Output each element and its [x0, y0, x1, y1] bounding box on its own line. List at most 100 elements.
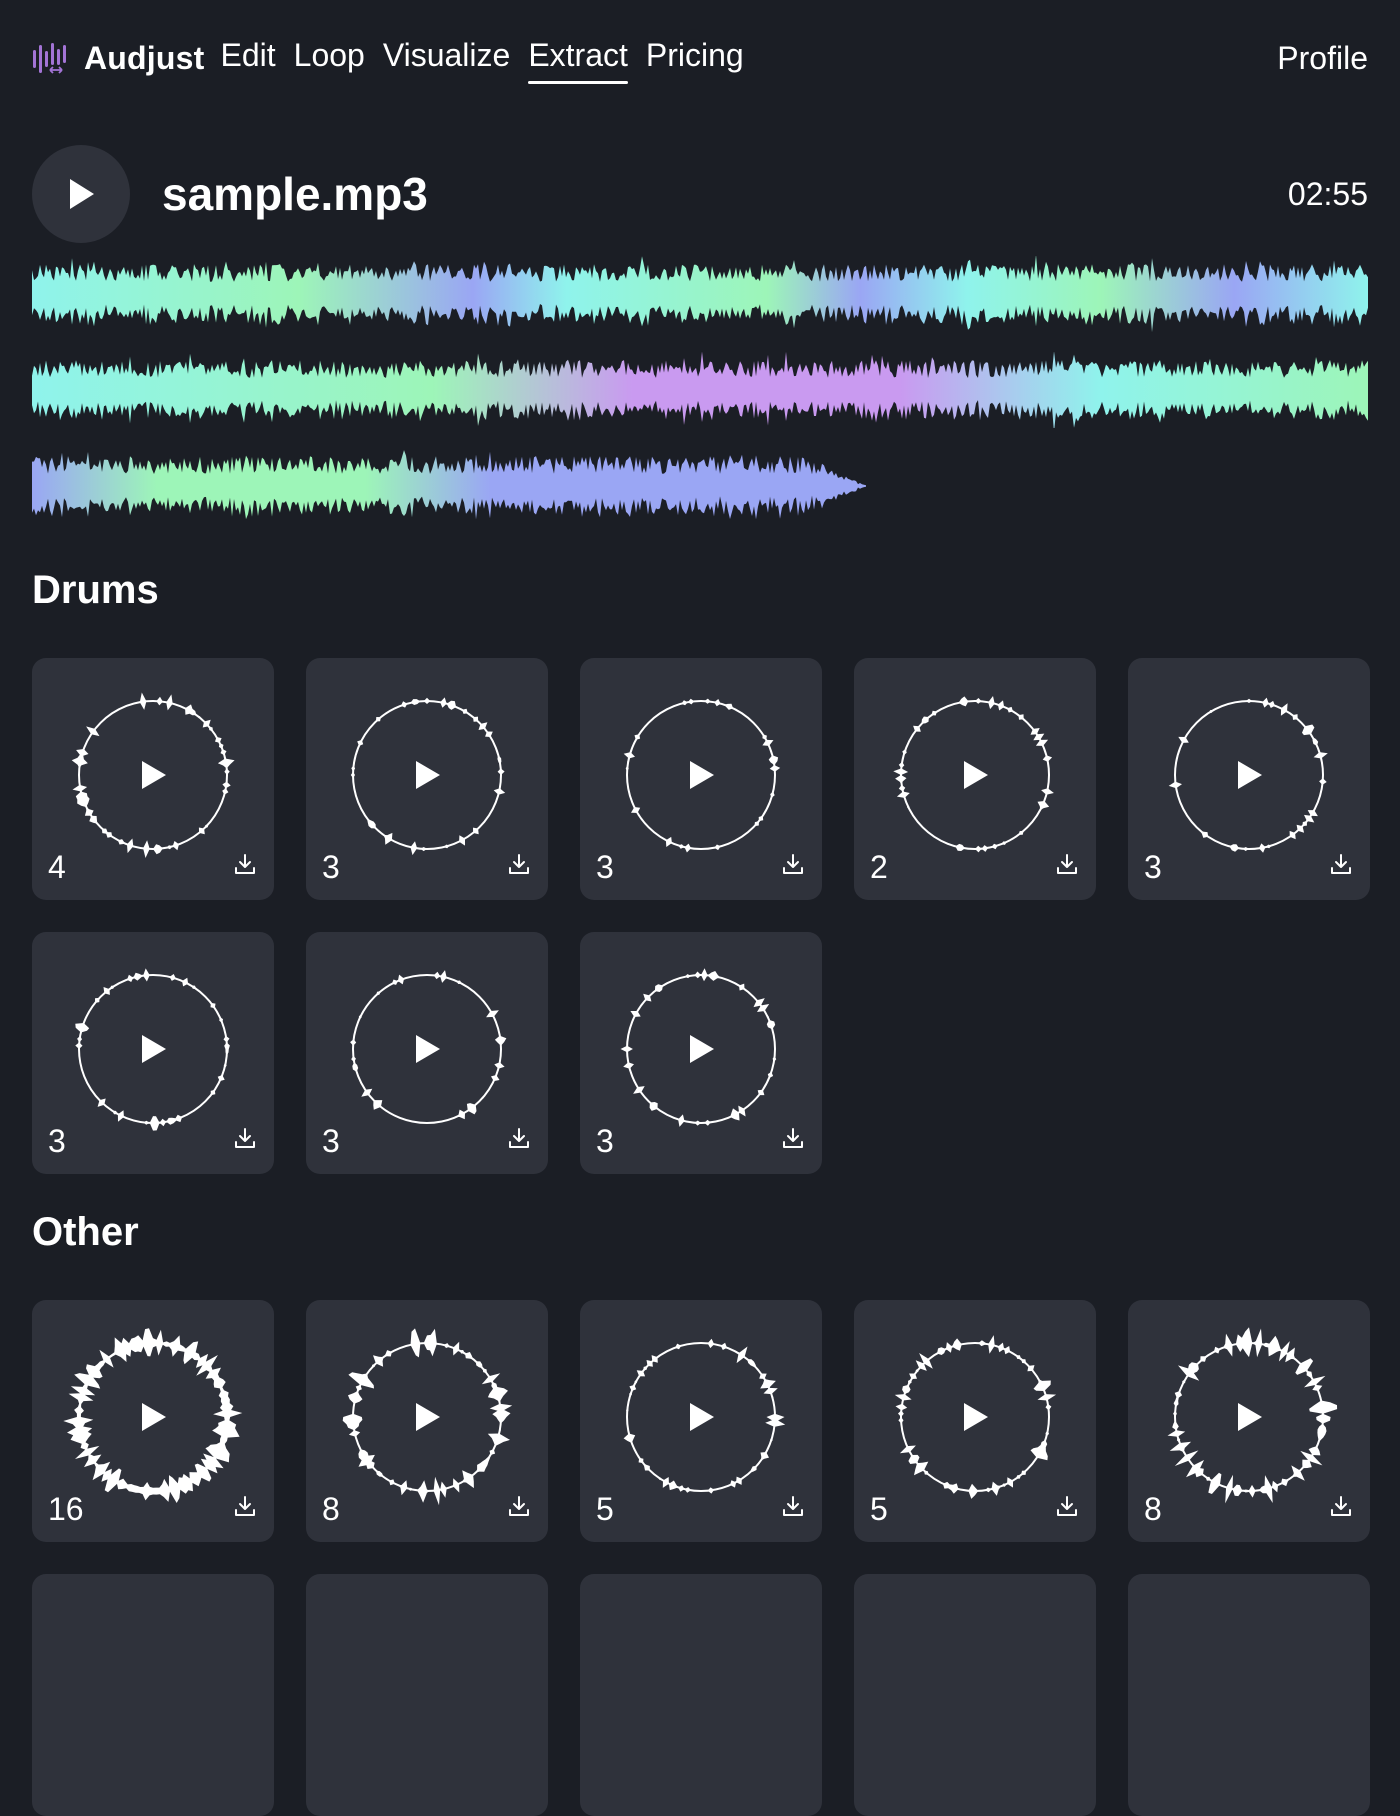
stem-play-button[interactable] [962, 1401, 990, 1438]
stem-tile[interactable]: 3 [32, 932, 274, 1174]
download-button[interactable] [782, 1495, 804, 1522]
download-button[interactable] [782, 1127, 804, 1154]
stem-count: 3 [596, 1123, 614, 1159]
play-icon [964, 761, 988, 789]
stem-tile[interactable]: 8 [1128, 1300, 1370, 1542]
stem-count: 3 [322, 849, 340, 885]
stem-play-button[interactable] [140, 759, 168, 796]
download-icon [783, 1496, 803, 1516]
download-button[interactable] [234, 1127, 256, 1154]
section-title-drums: Drums [32, 568, 159, 612]
play-icon [690, 761, 714, 789]
brand[interactable]: Audjust [32, 40, 205, 77]
download-icon [1057, 1496, 1077, 1516]
nav-menu: Edit Loop Visualize Extract Pricing [221, 37, 744, 84]
download-icon [235, 1496, 255, 1516]
download-button[interactable] [1056, 1495, 1078, 1522]
stem-count: 3 [322, 1123, 340, 1159]
play-icon [70, 179, 94, 209]
download-button[interactable] [508, 853, 530, 880]
download-button[interactable] [782, 853, 804, 880]
other-grid: 16 8 5 5 8 [32, 1300, 1370, 1542]
download-button[interactable] [508, 1495, 530, 1522]
stem-tile[interactable] [580, 1574, 822, 1816]
stem-play-button[interactable] [1236, 759, 1264, 796]
stem-count: 3 [596, 849, 614, 885]
play-icon [1238, 1403, 1262, 1431]
download-button[interactable] [1330, 853, 1352, 880]
download-icon [1331, 854, 1351, 874]
track-header: sample.mp3 02:55 [32, 144, 1368, 244]
download-button[interactable] [234, 1495, 256, 1522]
play-icon [690, 1035, 714, 1063]
download-button[interactable] [234, 853, 256, 880]
stem-tile[interactable]: 2 [854, 658, 1096, 900]
track-play-button[interactable] [32, 145, 130, 243]
stem-play-button[interactable] [140, 1401, 168, 1438]
stem-play-button[interactable] [688, 1401, 716, 1438]
download-icon [509, 854, 529, 874]
stem-count: 2 [870, 849, 888, 885]
stem-tile[interactable] [854, 1574, 1096, 1816]
play-icon [690, 1403, 714, 1431]
stem-tile[interactable]: 3 [306, 932, 548, 1174]
nav-item-pricing[interactable]: Pricing [646, 37, 744, 80]
stem-play-button[interactable] [688, 759, 716, 796]
top-navigation: Audjust Edit Loop Visualize Extract Pricing … [32, 30, 1368, 86]
stem-tile[interactable]: 16 [32, 1300, 274, 1542]
other-grid-next-row [32, 1574, 1370, 1816]
stem-tile[interactable]: 3 [1128, 658, 1370, 900]
download-icon [509, 1128, 529, 1148]
nav-item-loop[interactable]: Loop [294, 37, 365, 80]
download-icon [235, 854, 255, 874]
stem-tile[interactable]: 3 [580, 658, 822, 900]
play-icon [142, 1035, 166, 1063]
stem-count: 16 [48, 1491, 84, 1527]
profile-link[interactable]: Profile [1277, 40, 1368, 77]
drums-grid: 4 3 3 2 3 3 3 3 [32, 658, 1370, 1174]
section-title-other: Other [32, 1210, 139, 1254]
waveform-row-2[interactable] [32, 352, 1368, 428]
brand-name: Audjust [84, 39, 205, 76]
stem-play-button[interactable] [962, 759, 990, 796]
stem-count: 4 [48, 849, 66, 885]
stem-play-button[interactable] [414, 1033, 442, 1070]
stem-tile[interactable]: 5 [854, 1300, 1096, 1542]
download-icon [783, 1128, 803, 1148]
nav-item-extract[interactable]: Extract [528, 37, 628, 84]
download-icon [509, 1496, 529, 1516]
download-icon [1057, 854, 1077, 874]
play-icon [416, 1403, 440, 1431]
nav-item-edit[interactable]: Edit [221, 37, 276, 80]
waveform-logo-icon [33, 43, 66, 74]
stem-tile[interactable]: 4 [32, 658, 274, 900]
stem-play-button[interactable] [414, 759, 442, 796]
stem-play-button[interactable] [688, 1033, 716, 1070]
stem-tile[interactable] [32, 1574, 274, 1816]
stem-tile[interactable]: 8 [306, 1300, 548, 1542]
stem-play-button[interactable] [1236, 1401, 1264, 1438]
stem-tile[interactable] [306, 1574, 548, 1816]
waveform-row-3[interactable] [32, 448, 1368, 524]
download-icon [783, 854, 803, 874]
download-button[interactable] [1330, 1495, 1352, 1522]
nav-item-visualize[interactable]: Visualize [383, 37, 510, 80]
download-button[interactable] [508, 1127, 530, 1154]
download-icon [1331, 1496, 1351, 1516]
download-icon [235, 1128, 255, 1148]
stem-count: 8 [1144, 1491, 1162, 1527]
stem-count: 3 [1144, 849, 1162, 885]
stem-count: 5 [870, 1491, 888, 1527]
waveform-row-1[interactable] [32, 256, 1368, 332]
stem-play-button[interactable] [140, 1033, 168, 1070]
waveform-display[interactable] [32, 256, 1368, 544]
play-icon [964, 1403, 988, 1431]
stem-tile[interactable]: 3 [306, 658, 548, 900]
stem-tile[interactable]: 5 [580, 1300, 822, 1542]
stem-tile[interactable]: 3 [580, 932, 822, 1174]
stem-tile[interactable] [1128, 1574, 1370, 1816]
download-button[interactable] [1056, 853, 1078, 880]
stem-count: 8 [322, 1491, 340, 1527]
play-icon [1238, 761, 1262, 789]
stem-play-button[interactable] [414, 1401, 442, 1438]
